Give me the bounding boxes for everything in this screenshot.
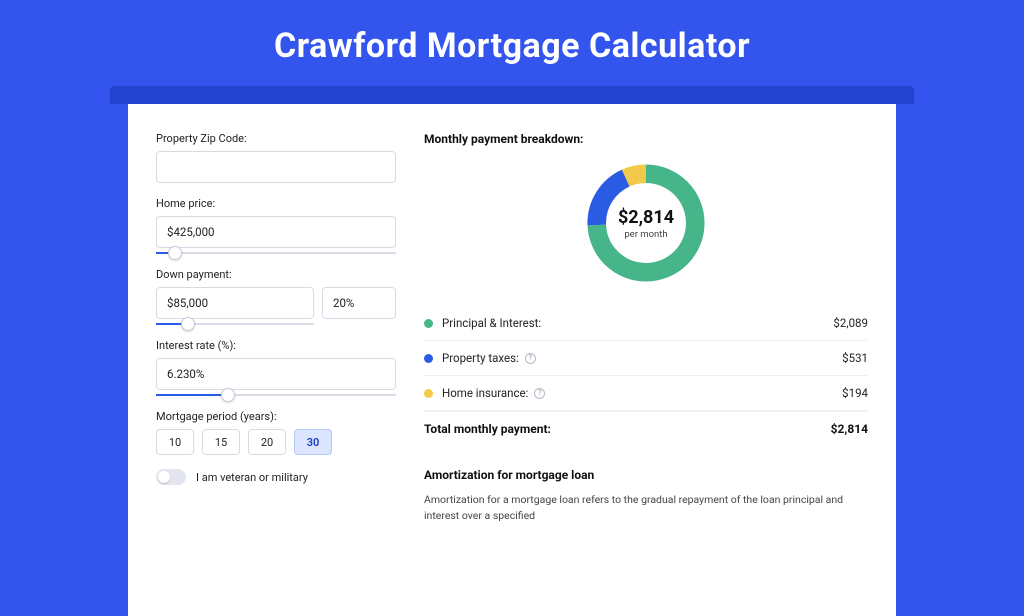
legend-row-tax: Property taxes: ? $531 [424,341,868,376]
total-row: Total monthly payment: $2,814 [424,411,868,446]
down-slider[interactable] [156,323,314,325]
total-value: $2,814 [831,422,868,436]
zip-input[interactable] [156,151,396,183]
total-label: Total monthly payment: [424,422,831,436]
rate-input[interactable] [156,358,396,390]
price-label: Home price: [156,197,396,210]
period-option-15[interactable]: 15 [202,429,240,455]
help-icon[interactable]: ? [534,388,545,399]
dot-icon [424,389,433,398]
donut-sub: per month [624,229,667,240]
donut-center: $2,814 per month [581,158,711,288]
card-shadow [110,86,914,104]
calculator-card: Property Zip Code: Home price: Down paym… [128,104,896,616]
donut-chart: $2,814 per month [581,158,711,288]
price-input[interactable] [156,216,396,248]
donut-wrap: $2,814 per month [424,158,868,288]
legend-value: $531 [842,351,868,365]
rate-slider[interactable] [156,394,396,396]
amortization-section: Amortization for mortgage loan Amortizat… [424,468,868,524]
amort-heading: Amortization for mortgage loan [424,468,868,482]
legend-row-insurance: Home insurance: ? $194 [424,376,868,411]
down-label: Down payment: [156,268,396,281]
zip-field: Property Zip Code: [156,132,396,183]
period-segmented: 10 15 20 30 [156,429,396,455]
dot-icon [424,319,433,328]
page-title: Crawford Mortgage Calculator [0,0,1024,86]
donut-value: $2,814 [618,207,674,228]
veteran-row: I am veteran or military [156,469,396,485]
period-option-30[interactable]: 30 [294,429,332,455]
rate-label: Interest rate (%): [156,339,396,352]
period-label: Mortgage period (years): [156,410,396,423]
breakdown-panel: Monthly payment breakdown: $2,814 per mo… [424,132,868,616]
breakdown-heading: Monthly payment breakdown: [424,132,868,146]
down-pct-input[interactable] [322,287,396,319]
toggle-knob [158,471,170,483]
down-field: Down payment: [156,268,396,325]
down-amount-input[interactable] [156,287,314,319]
legend-label: Home insurance: ? [442,386,842,400]
legend-label: Property taxes: ? [442,351,842,365]
period-option-20[interactable]: 20 [248,429,286,455]
legend-label: Principal & Interest: [442,316,833,330]
dot-icon [424,354,433,363]
legend-value: $2,089 [833,316,868,330]
period-option-10[interactable]: 10 [156,429,194,455]
veteran-toggle[interactable] [156,469,186,485]
veteran-label: I am veteran or military [196,471,308,484]
rate-field: Interest rate (%): [156,339,396,396]
legend-row-principal: Principal & Interest: $2,089 [424,306,868,341]
price-slider[interactable] [156,252,396,254]
amort-body: Amortization for a mortgage loan refers … [424,492,868,524]
zip-label: Property Zip Code: [156,132,396,145]
period-field: Mortgage period (years): 10 15 20 30 [156,410,396,455]
form-panel: Property Zip Code: Home price: Down paym… [156,132,396,616]
help-icon[interactable]: ? [525,353,536,364]
legend-value: $194 [842,386,868,400]
price-field: Home price: [156,197,396,254]
